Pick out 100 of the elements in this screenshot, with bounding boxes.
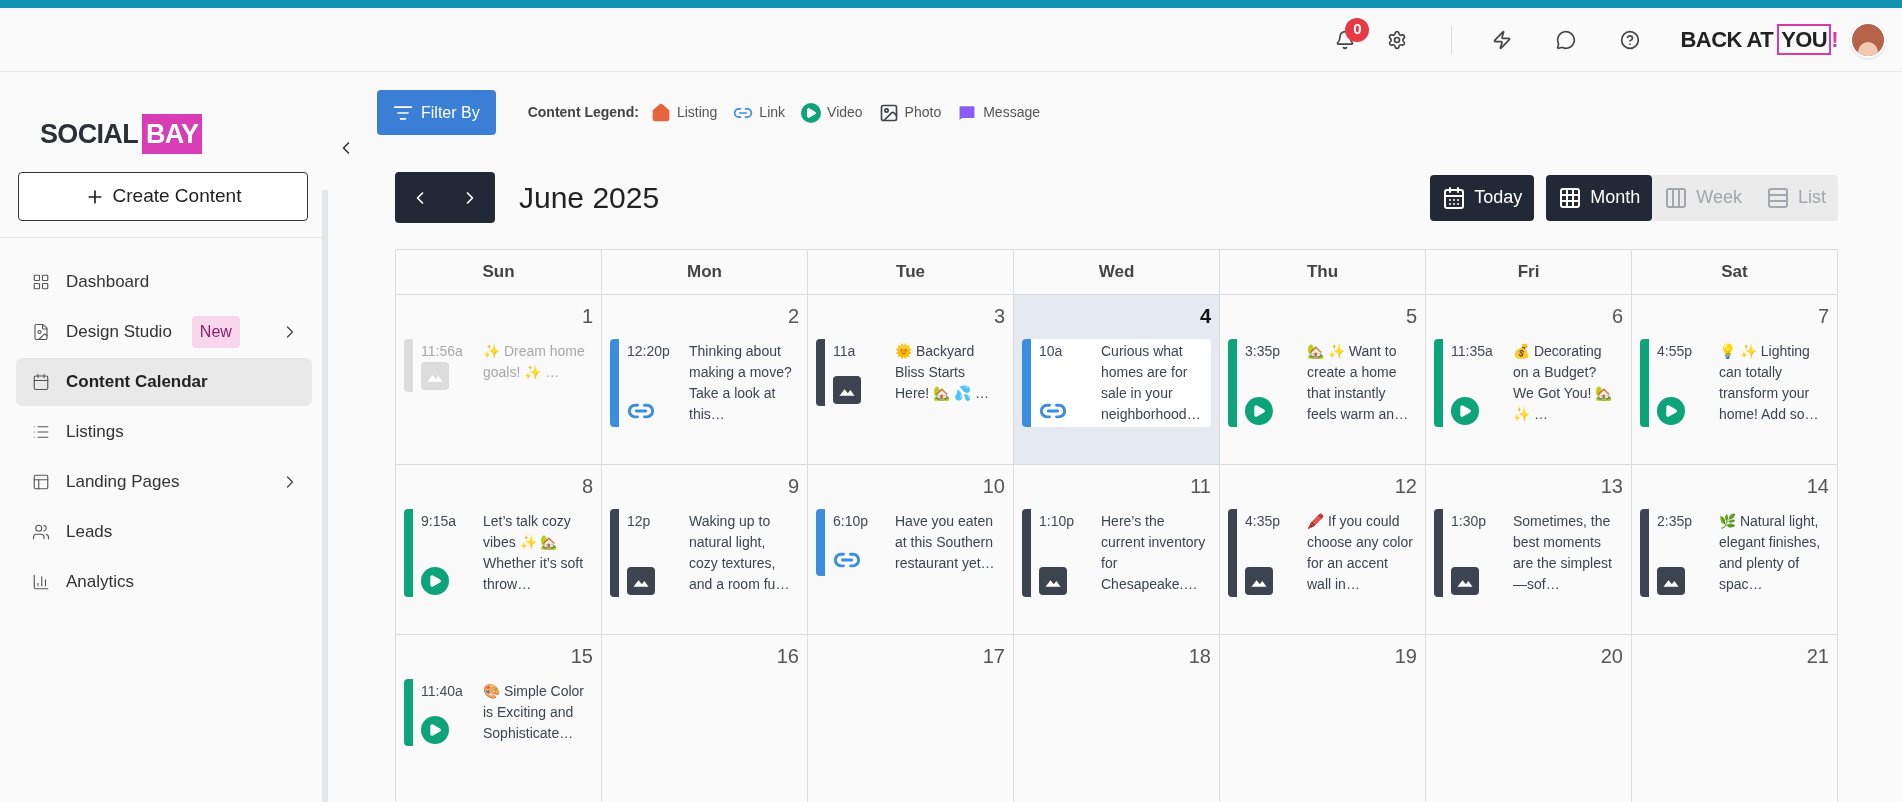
sidebar-label: Dashboard — [66, 271, 150, 294]
event-time: 10a — [1039, 342, 1064, 361]
chat-icon[interactable] — [1556, 29, 1577, 50]
image-icon — [878, 102, 899, 123]
brand-logo[interactable]: BACK AT YOU ! — [1680, 23, 1838, 56]
play-icon — [1245, 397, 1273, 425]
event-card[interactable]: 11:35a 💰 Decorating on a Budget? We Got You! 🏡 ✨ … — [1434, 339, 1623, 427]
filter-button[interactable]: Filter By — [377, 90, 496, 135]
notification-bell-icon[interactable] — [1335, 29, 1356, 50]
day-cell[interactable]: 13 1:30p Sometimes, the best moments are the simplest—sof… — [1426, 465, 1632, 635]
day-cell[interactable]: 16 — [602, 635, 808, 802]
sidebar-label: Listings — [66, 421, 124, 444]
event-text: 🌞 Backyard Bliss Starts Here! 🏡 💦 … — [895, 342, 990, 403]
day-number: 17 — [982, 644, 1006, 669]
legend-label: Video — [827, 103, 863, 122]
settings-icon[interactable] — [1387, 29, 1408, 50]
event-text: Here’s the current inventory for Chesapeake.… — [1101, 512, 1207, 594]
sidebar-label: Analytics — [66, 571, 135, 594]
day-cell[interactable]: 10 6:10p Have you eaten at this Southern restaurant yet… — [808, 465, 1014, 635]
event-card[interactable]: 1:10p Here’s the current inventory for Chesapeake.… — [1022, 509, 1211, 597]
day-cell[interactable]: 12 4:35p 🖍 If you could choose any color for an accent wall in… — [1220, 465, 1426, 635]
notification-count: 0 — [1345, 17, 1370, 42]
day-cell[interactable]: 15 11:40a 🎨 Simple Color is Exciting and Sophisticate… — [396, 635, 602, 802]
rows-icon — [1766, 185, 1790, 210]
lightning-icon[interactable] — [1492, 29, 1513, 50]
day-cell[interactable]: 6 11:35a 💰 Decorating on a Budget? We Got You! 🏡 ✨ … — [1426, 295, 1632, 465]
event-card[interactable]: 3:35p 🏡 ✨ Want to create a home that instantly feels warm an… — [1228, 339, 1417, 427]
event-card[interactable]: 11a 🌞 Backyard Bliss Starts Here! 🏡 💦 … — [816, 339, 1005, 406]
bar-chart-icon — [32, 573, 50, 591]
document-icon — [32, 323, 50, 341]
day-number: 11 — [1190, 474, 1212, 499]
event-time: 1:10p — [1039, 512, 1076, 531]
event-card[interactable]: 1:30p Sometimes, the best moments are the simplest—sof… — [1434, 509, 1623, 597]
event-card[interactable]: 4:55p 💡 ✨ Lighting can totally transform your home! Add so… — [1640, 339, 1829, 427]
new-badge: New — [191, 316, 240, 348]
event-card[interactable]: 12p Waking up to natural light, cozy textures, and a room fu… — [610, 509, 799, 597]
event-time: 3:35p — [1245, 342, 1282, 361]
event-card[interactable]: 10a Curious what homes are for sale in your neighborhood… — [1022, 339, 1211, 427]
day-cell[interactable]: 7 4:55p 💡 ✨ Lighting can totally transform your home! Add so… — [1632, 295, 1838, 465]
legend-title: Content Legend: — [527, 103, 639, 122]
day-number: 21 — [1806, 644, 1830, 669]
event-time: 11a — [833, 342, 857, 361]
event-card[interactable]: 4:35p 🖍 If you could choose any color for an accent wall in… — [1228, 509, 1417, 597]
sidebar-item[interactable]: Dashboard — [16, 258, 312, 306]
day-number: 2 — [787, 304, 800, 329]
day-cell[interactable]: 9 12p Waking up to natural light, cozy textures, and a room fu… — [602, 465, 808, 635]
sidebar-item[interactable]: Content Calendar — [16, 358, 312, 406]
logo-text: SOCIAL — [40, 117, 138, 151]
event-time: 12:20p — [627, 342, 671, 361]
logo-mark: ! — [1831, 26, 1838, 54]
image-icon — [833, 376, 861, 404]
day-cell[interactable]: 3 11a 🌞 Backyard Bliss Starts Here! 🏡 💦 … — [808, 295, 1014, 465]
day-cell[interactable]: 21 — [1632, 635, 1838, 802]
day-number: 14 — [1806, 474, 1830, 499]
sidebar-item[interactable]: Leads — [16, 508, 312, 556]
help-icon[interactable] — [1620, 29, 1641, 50]
layout-icon — [32, 473, 50, 491]
legend-label: Link — [759, 103, 786, 122]
sidebar-label: Content Calendar — [66, 371, 208, 394]
sidebar-item[interactable]: Design Studio New — [16, 308, 312, 356]
weekday-header: Fri — [1426, 250, 1632, 295]
weekday-header: Mon — [602, 250, 808, 295]
weekday-header: Thu — [1220, 250, 1426, 295]
day-cell[interactable]: 1 11:56a ✨ Dream home goals! ✨ … — [396, 295, 602, 465]
day-cell[interactable]: 19 — [1220, 635, 1426, 802]
day-number: 15 — [570, 644, 594, 669]
view-tab[interactable]: Month — [1546, 174, 1653, 221]
day-cell[interactable]: 18 — [1014, 635, 1220, 802]
logo-text: BAY — [141, 113, 203, 155]
day-cell[interactable]: 5 3:35p 🏡 ✨ Want to create a home that instantly feels warm an… — [1220, 295, 1426, 465]
day-cell[interactable]: 17 — [808, 635, 1014, 802]
create-content-button[interactable]: Create Content — [18, 172, 308, 221]
day-number: 9 — [787, 474, 800, 499]
event-card[interactable]: 11:40a 🎨 Simple Color is Exciting and Sophisticate… — [404, 679, 593, 746]
day-cell[interactable]: 14 2:35p 🌿 Natural light, elegant finishes, and plenty of spac… — [1632, 465, 1838, 635]
today-button[interactable]: Today — [1430, 174, 1535, 221]
event-text: ✨ Dream home goals! ✨ … — [483, 342, 586, 382]
day-cell[interactable]: 8 9:15a Let’s talk cozy vibes ✨ 🏡 Whether it’s soft throw… — [396, 465, 602, 635]
event-card[interactable]: 9:15a Let’s talk cozy vibes ✨ 🏡 Whether it’s soft throw… — [404, 509, 593, 597]
event-text: Thinking about making a move? Take a look at this… — [689, 342, 793, 424]
day-number: 3 — [993, 304, 1006, 329]
day-cell[interactable]: 20 — [1426, 635, 1632, 802]
day-number: 20 — [1600, 644, 1624, 669]
day-cell[interactable]: 11 1:10p Here’s the current inventory for Chesapeake.… — [1014, 465, 1220, 635]
sidebar-item[interactable]: Landing Pages — [16, 458, 312, 506]
event-card[interactable]: 12:20p Thinking about making a move? Take a look at this… — [610, 339, 799, 427]
avatar[interactable] — [1850, 21, 1886, 58]
social-bay-logo[interactable]: SOCIAL BAY — [40, 113, 203, 155]
event-card[interactable]: 2:35p 🌿 Natural light, elegant finishes, and plenty of spac… — [1640, 509, 1829, 597]
house-icon — [650, 102, 671, 123]
weekday-header: Sun — [396, 250, 602, 295]
sidebar-label: Leads — [66, 521, 113, 544]
sidebar-item[interactable]: Analytics — [16, 558, 312, 606]
event-card[interactable]: 6:10p Have you eaten at this Southern restaurant yet… — [816, 509, 1005, 576]
sidebar-item[interactable]: Listings — [16, 408, 312, 456]
play-icon — [1657, 397, 1685, 425]
day-cell[interactable]: 4 10a Curious what homes are for sale in your neighborhood… — [1014, 295, 1220, 465]
day-cell[interactable]: 2 12:20p Thinking about making a move? Take a look at this… — [602, 295, 808, 465]
day-number: 12 — [1394, 474, 1418, 499]
event-type-bar — [404, 339, 413, 392]
